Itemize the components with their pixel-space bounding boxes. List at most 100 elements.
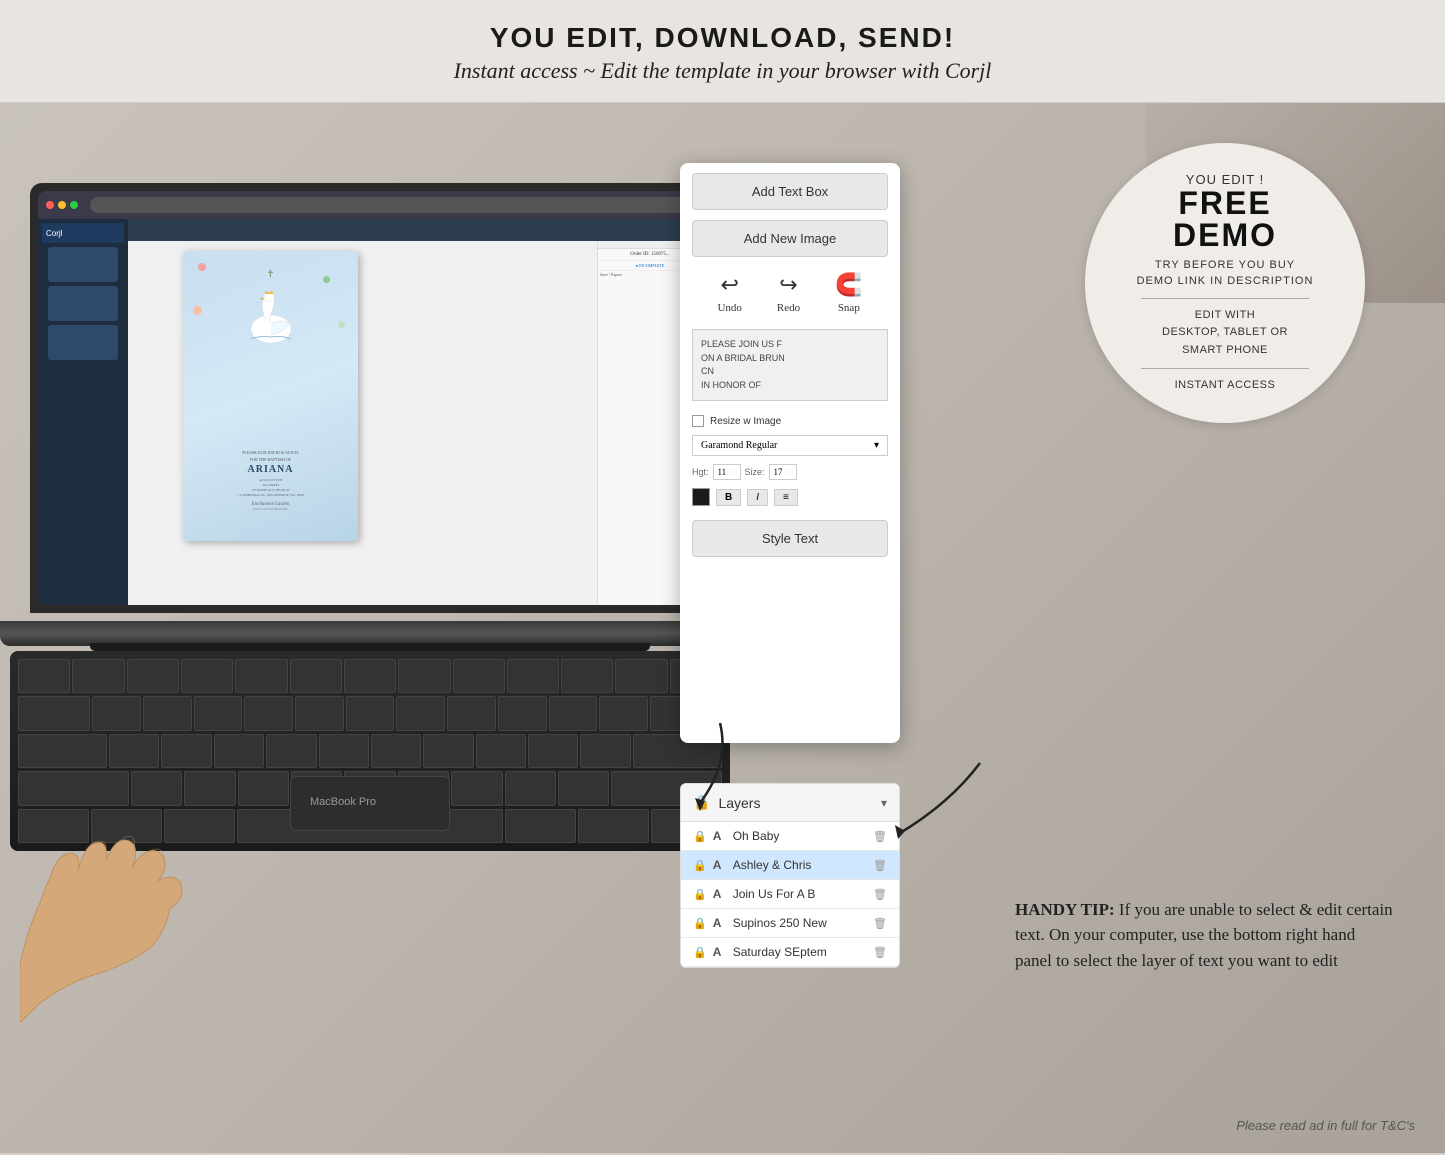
- handy-tip-label: HANDY TIP:: [1015, 900, 1115, 919]
- browser-address-bar[interactable]: [90, 197, 694, 213]
- key: [184, 771, 235, 805]
- key: [18, 734, 107, 768]
- layer-lock-icon: 🔒: [693, 888, 707, 901]
- layer-lock-icon: 🔒: [693, 917, 707, 930]
- key: [558, 771, 609, 805]
- layer-name: Ashley & Chris: [733, 858, 869, 872]
- main-headline: YOU EDIT, DOWNLOAD, SEND!: [0, 22, 1445, 54]
- layer-type-icon: A: [713, 887, 727, 901]
- dropdown-chevron-icon: ▾: [874, 440, 879, 451]
- key: [396, 696, 445, 730]
- undo-item[interactable]: ↩ Undo: [717, 272, 741, 314]
- invitation-card-preview: ✝: [183, 251, 358, 541]
- laptop-body: Corjl ✝: [30, 183, 710, 613]
- key: [194, 696, 243, 730]
- layer-name: Supinos 250 New: [733, 916, 869, 930]
- layer-name: Join Us For A B: [733, 887, 869, 901]
- undo-label: Undo: [717, 302, 741, 314]
- demo-divider-1: [1141, 298, 1309, 299]
- hand-svg: [20, 803, 320, 1023]
- layer-item[interactable]: 🔒 A Saturday SEptem 🗑: [681, 938, 899, 967]
- card-for-the: FOR THE BAPTISM OF: [183, 457, 358, 462]
- italic-button[interactable]: I: [747, 489, 768, 506]
- key: [109, 734, 159, 768]
- layer-item[interactable]: 🔒 A Join Us For A B 🗑: [681, 880, 899, 909]
- layer-item-highlighted[interactable]: 🔒 A Ashley & Chris 🗑: [681, 851, 899, 880]
- layer-delete-icon[interactable]: 🗑: [873, 888, 887, 901]
- layer-type-icon: A: [713, 916, 727, 930]
- key: [92, 696, 141, 730]
- font-dropdown[interactable]: Garamond Regular ▾: [692, 435, 888, 456]
- sidebar-item-3[interactable]: [48, 325, 118, 360]
- key: [549, 696, 598, 730]
- layer-type-icon: A: [713, 829, 727, 843]
- card-please-join: PLEASE JOIN DAVID & OLIVIA: [183, 450, 358, 455]
- add-new-image-button[interactable]: Add New Image: [692, 220, 888, 257]
- panel-preview-text: PLEASE JOIN US F ON A BRIDAL BRUN CN IN …: [692, 329, 888, 401]
- keyboard-row-2: [18, 696, 722, 730]
- layer-delete-icon[interactable]: 🗑: [873, 917, 887, 930]
- browser-dot-green: [70, 201, 78, 209]
- demo-try-before: TRY BEFORE YOU BUY DEMO LINK IN DESCRIPT…: [1137, 257, 1314, 290]
- height-input[interactable]: 11: [713, 464, 741, 480]
- top-banner: YOU EDIT, DOWNLOAD, SEND! Instant access…: [0, 0, 1445, 103]
- size-label: Size:: [745, 467, 765, 477]
- key: [290, 659, 342, 693]
- size-input[interactable]: 17: [769, 464, 797, 480]
- redo-label: Redo: [777, 302, 800, 314]
- key: [423, 734, 473, 768]
- swan-decoration: [241, 291, 301, 346]
- key: [18, 659, 70, 693]
- key: [244, 696, 293, 730]
- resize-image-row: Resize w Image: [680, 411, 900, 431]
- ui-panel: Add Text Box Add New Image ↩ Undo ↪ Redo…: [680, 163, 900, 743]
- corjl-toolbar: [128, 219, 702, 241]
- sub-headline: Instant access ~ Edit the template in yo…: [0, 58, 1445, 84]
- key: [505, 809, 576, 843]
- height-label: Hgt:: [692, 467, 709, 477]
- key: [72, 659, 124, 693]
- sidebar-item-1[interactable]: [48, 247, 118, 282]
- key: [507, 659, 559, 693]
- card-details: AUGUST 15THAT 2:00PMST PATRICK'S CHURCH1…: [183, 478, 358, 498]
- key: [580, 734, 630, 768]
- key: [266, 734, 316, 768]
- curved-arrow-svg: [640, 703, 760, 823]
- key: [295, 696, 344, 730]
- bold-button[interactable]: B: [716, 489, 741, 506]
- handy-tip-section: HANDY TIP: If you are unable to select &…: [1015, 897, 1395, 974]
- sidebar-item-2[interactable]: [48, 286, 118, 321]
- layer-lock-icon: 🔒: [693, 859, 707, 872]
- resize-checkbox[interactable]: [692, 415, 704, 427]
- key: [18, 696, 90, 730]
- demo-instant: INSTANT ACCESS: [1175, 377, 1276, 395]
- laptop-area: Corjl ✝: [0, 103, 760, 1023]
- align-button[interactable]: ≡: [774, 489, 798, 506]
- redo-item[interactable]: ↪ Redo: [777, 272, 800, 314]
- layer-delete-icon[interactable]: 🗑: [873, 859, 887, 872]
- key: [319, 734, 369, 768]
- color-text-row: B I ≡: [680, 484, 900, 510]
- undo-icon: ↩: [720, 272, 738, 298]
- style-text-button[interactable]: Style Text: [692, 520, 888, 557]
- key: [476, 734, 526, 768]
- key: [127, 659, 179, 693]
- snap-item[interactable]: 🧲 Snap: [835, 272, 862, 314]
- layer-item[interactable]: 🔒 A Supinos 250 New 🗑: [681, 909, 899, 938]
- laptop-base-bottom: [90, 643, 650, 651]
- demo-divider-2: [1141, 368, 1309, 369]
- key: [398, 659, 450, 693]
- add-text-box-button[interactable]: Add Text Box: [692, 173, 888, 210]
- demo-circle: YOU EDIT ! FREE DEMO TRY BEFORE YOU BUY …: [1085, 143, 1365, 423]
- browser-dot-yellow: [58, 201, 66, 209]
- layer-delete-icon[interactable]: 🗑: [873, 946, 887, 959]
- corjl-canvas: ✝: [128, 241, 702, 605]
- key: [528, 734, 578, 768]
- key: [181, 659, 233, 693]
- keyboard-row-1: [18, 659, 722, 693]
- layer-item[interactable]: 🔒 A Oh Baby 🗑: [681, 822, 899, 851]
- color-swatch[interactable]: [692, 488, 710, 506]
- hand-area: [20, 803, 320, 1023]
- demo-demo-label: DEMO: [1173, 219, 1277, 251]
- browser-chrome: [38, 191, 702, 219]
